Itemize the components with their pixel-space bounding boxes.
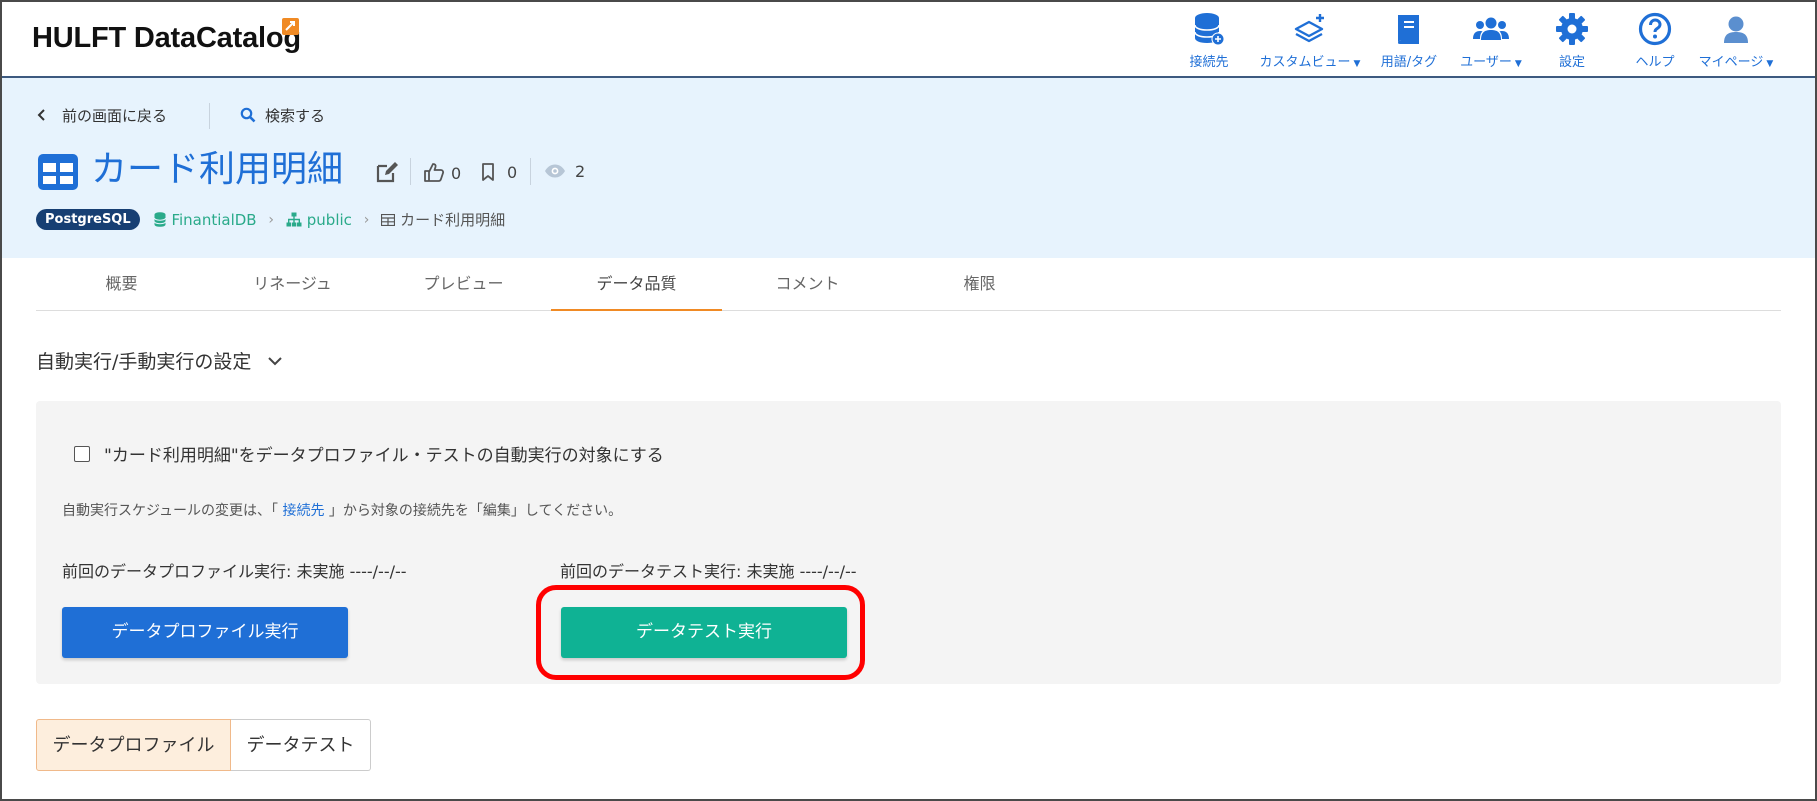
- like-count: 0: [451, 164, 462, 183]
- eye-icon: [545, 164, 565, 178]
- settings-section-toggle[interactable]: 自動実行/手動実行の設定: [36, 347, 283, 374]
- bookmark-icon: [482, 163, 494, 181]
- nav-mypage[interactable]: マイページ ▼: [1696, 12, 1776, 70]
- auto-run-checkbox[interactable]: [74, 446, 90, 462]
- layers-plus-icon: [1294, 14, 1324, 43]
- breadcrumb-database-label: FinantialDB: [171, 210, 257, 229]
- divider: [410, 158, 411, 185]
- users-icon: [1473, 17, 1509, 40]
- segment-data-test[interactable]: データテスト: [231, 719, 371, 771]
- user-icon: [1724, 16, 1748, 43]
- bookmark-count: 0: [507, 163, 518, 182]
- database-plus-icon: [1194, 13, 1225, 46]
- glossary-book-icon: [1398, 15, 1419, 44]
- like-button[interactable]: 0: [423, 162, 461, 183]
- run-data-profile-button[interactable]: データプロファイル実行: [62, 607, 348, 658]
- table-icon: [380, 213, 396, 227]
- nav-label: 用語/タグ: [1380, 55, 1438, 70]
- nav-help[interactable]: ヘルプ: [1622, 12, 1688, 70]
- view-counter: 2: [544, 162, 585, 181]
- breadcrumb-schema-label: public: [306, 210, 352, 229]
- nav-label: マイページ: [1698, 55, 1764, 70]
- tab-bar: 概要 リネージュ プレビュー データ品質 コメント 権限: [36, 260, 1781, 311]
- chevron-down-icon: ▼: [1766, 59, 1774, 69]
- nav-users[interactable]: ユーザー ▼: [1454, 12, 1528, 70]
- breadcrumb-table-label: カード利用明細: [400, 211, 506, 229]
- nav-label: ユーザー: [1460, 55, 1512, 70]
- search-link-label: 検索する: [265, 107, 326, 125]
- back-link-label: 前の画面に戻る: [62, 107, 168, 125]
- view-count: 2: [575, 162, 586, 181]
- top-header: HULFT DataCatalog 接続先 カスタムビュー ▼ 用語/タグ ユー…: [0, 0, 1817, 78]
- nav-glossary[interactable]: 用語/タグ: [1376, 12, 1442, 70]
- tab-comments[interactable]: コメント: [722, 260, 893, 310]
- nav-label: 設定: [1558, 55, 1585, 70]
- db-type-badge: PostgreSQL: [36, 209, 140, 230]
- logo-text: HULFT DataCatalog: [32, 22, 301, 54]
- nav-connections[interactable]: 接続先: [1176, 12, 1242, 70]
- section-title: 自動実行/手動実行の設定: [36, 351, 252, 373]
- edit-icon[interactable]: [376, 161, 400, 183]
- tab-permissions[interactable]: 権限: [894, 260, 1065, 310]
- chevron-down-icon: ▼: [1353, 59, 1361, 69]
- breadcrumb-table: カード利用明細: [380, 209, 506, 230]
- schedule-note-prefix: 自動実行スケジュールの変更は、「: [62, 503, 283, 519]
- breadcrumb-schema[interactable]: public: [286, 211, 352, 229]
- segment-data-profile[interactable]: データプロファイル: [36, 719, 231, 771]
- connections-link[interactable]: 接続先: [282, 503, 324, 519]
- chevron-down-icon: ▼: [1514, 59, 1522, 69]
- schedule-note-suffix: 」から対象の接続先を「編集」してください。: [324, 503, 623, 519]
- app-logo[interactable]: HULFT DataCatalog: [32, 18, 301, 58]
- last-profile-run: 前回のデータプロファイル実行: 未実施 ----/--/--: [62, 562, 407, 581]
- chevron-down-icon: [268, 357, 283, 366]
- database-icon: [154, 211, 167, 227]
- divider: [530, 158, 531, 185]
- table-grid-icon: [38, 154, 78, 190]
- chevron-right-icon: ›: [268, 211, 274, 228]
- tab-overview[interactable]: 概要: [36, 260, 207, 310]
- help-circle-icon: [1638, 12, 1672, 46]
- breadcrumb-database[interactable]: FinantialDB: [154, 210, 257, 229]
- thumbs-up-icon: [424, 163, 445, 182]
- schema-tree-icon: [286, 212, 302, 226]
- gear-icon: [1556, 13, 1588, 45]
- schedule-note: 自動実行スケジュールの変更は、「 接続先 」から対象の接続先を「編集」してくださ…: [62, 500, 622, 520]
- run-data-test-button[interactable]: データテスト実行: [561, 607, 847, 658]
- nav-label: ヘルプ: [1635, 55, 1675, 70]
- search-link[interactable]: 検索する: [240, 105, 325, 126]
- tab-preview[interactable]: プレビュー: [378, 260, 549, 310]
- nav-label: 接続先: [1189, 55, 1229, 70]
- nav-label: カスタムビュー: [1259, 55, 1351, 70]
- nav-custom-view[interactable]: カスタムビュー ▼: [1255, 12, 1365, 70]
- tab-data-quality[interactable]: データ品質: [551, 260, 722, 311]
- breadcrumb: PostgreSQL FinantialDB › public › カード利用明…: [36, 209, 505, 235]
- page-title: カード利用明細: [91, 149, 344, 190]
- search-icon: [240, 107, 256, 123]
- auto-run-checkbox-label[interactable]: "カード利用明細"をデータプロファイル・テストの自動実行の対象にする: [104, 441, 664, 466]
- last-test-run: 前回のデータテスト実行: 未実施 ----/--/--: [560, 562, 857, 581]
- logo-mark-icon: [282, 18, 299, 35]
- chevron-right-icon: ›: [363, 211, 370, 228]
- tab-lineage[interactable]: リネージュ: [207, 260, 378, 310]
- divider: [209, 103, 210, 129]
- chevron-left-icon: [37, 109, 45, 121]
- back-link[interactable]: 前の画面に戻る: [36, 105, 167, 126]
- bookmark-button[interactable]: 0: [480, 162, 517, 182]
- nav-settings[interactable]: 設定: [1539, 12, 1605, 70]
